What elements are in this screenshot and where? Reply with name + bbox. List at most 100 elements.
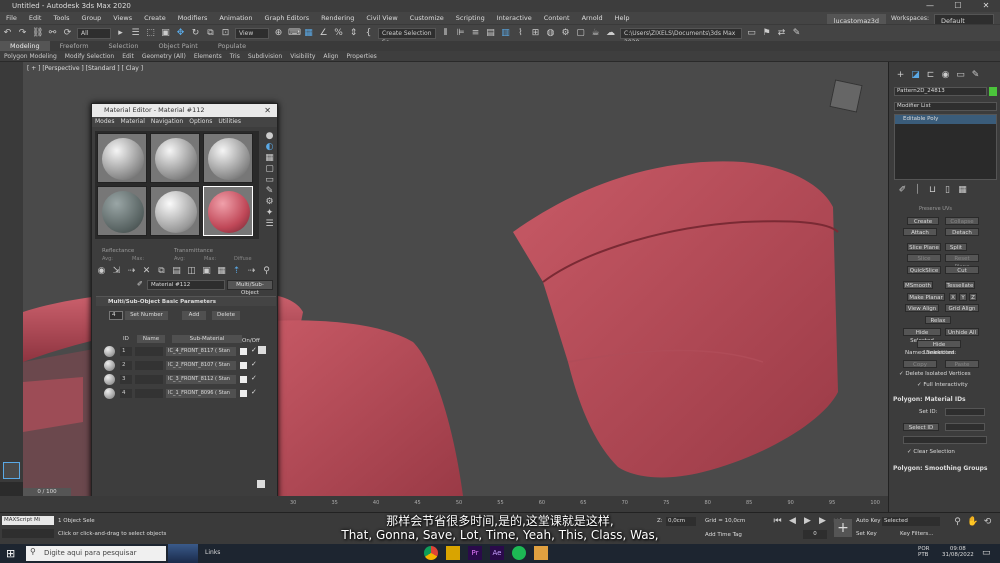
sample-slot-6-active[interactable] xyxy=(203,186,253,236)
planar-y-button[interactable]: Y xyxy=(959,293,967,301)
window-crossing-icon[interactable]: ▣ xyxy=(160,28,171,39)
tab-populate[interactable]: Populate xyxy=(208,41,256,51)
notification-icon[interactable]: ▭ xyxy=(982,548,991,558)
pick-material-icon[interactable]: ⚲ xyxy=(261,266,272,277)
menu-arnold[interactable]: Arnold xyxy=(576,12,609,24)
slice-plane-button[interactable]: Slice Plane xyxy=(907,243,941,251)
snap-icon[interactable]: ▦ xyxy=(303,28,314,39)
sample-type-icon[interactable]: ● xyxy=(264,131,275,142)
create-tab-icon[interactable]: + xyxy=(895,70,906,81)
material-editor-title-bar[interactable]: Material Editor - Material #112 ✕ xyxy=(92,104,277,117)
delete-button[interactable]: Delete xyxy=(212,311,240,320)
menu-modifiers[interactable]: Modifiers xyxy=(172,12,214,24)
menu-help[interactable]: Help xyxy=(609,12,636,24)
render-setup-icon[interactable]: ⚙ xyxy=(560,28,571,39)
sub-material-swatch[interactable] xyxy=(104,374,115,385)
menu-graph-editors[interactable]: Graph Editors xyxy=(259,12,316,24)
tab-selection[interactable]: Selection xyxy=(99,41,149,51)
select-id-field[interactable] xyxy=(945,423,985,431)
curve-editor-icon[interactable]: ⌇ xyxy=(515,28,526,39)
redo-icon[interactable]: ↷ xyxy=(17,28,28,39)
sub-material-name-field[interactable] xyxy=(135,361,163,370)
project-path-field[interactable]: C:\Users\ZIXELS\Documents\3ds Max 2020 xyxy=(620,27,742,46)
multi-sub-rollout-header[interactable]: Multi/Sub-Object Basic Parameters xyxy=(96,296,276,306)
chrome-icon[interactable] xyxy=(424,546,438,560)
select-object-icon[interactable]: ▸ xyxy=(115,28,126,39)
move-icon[interactable]: ✥ xyxy=(175,28,186,39)
sub-material-color[interactable] xyxy=(240,348,247,355)
material-editor-resize-handle[interactable] xyxy=(257,480,265,488)
cut-button[interactable]: Cut xyxy=(945,266,979,274)
make-unique-icon[interactable]: ⧉ xyxy=(156,266,167,277)
menu-scripting[interactable]: Scripting xyxy=(450,12,491,24)
utilities-tab-icon[interactable]: ✎ xyxy=(970,70,981,81)
sub-material-button[interactable]: IC_3_FRONT_8112 ( Stan xyxy=(166,375,236,384)
toggle-scene-explorer-icon[interactable]: ▤ xyxy=(485,28,496,39)
keyboard-shortcut-icon[interactable]: ⌨ xyxy=(288,28,301,39)
schematic-view-icon[interactable]: ⊞ xyxy=(530,28,541,39)
options-icon[interactable]: ⚙ xyxy=(264,197,275,208)
sub-material-color[interactable] xyxy=(240,362,247,369)
menu-file[interactable]: File xyxy=(0,12,23,24)
time-slider[interactable]: 0 / 100 30 35 40 45 50 55 60 65 70 75 80… xyxy=(0,488,888,512)
menu-customize[interactable]: Customize xyxy=(404,12,450,24)
put-to-library-icon[interactable]: ▤ xyxy=(171,266,182,277)
sub-material-on-checkbox[interactable]: ✓ xyxy=(251,360,257,368)
language-indicator[interactable]: POR PTB xyxy=(918,546,929,558)
detach-button[interactable]: Detach xyxy=(945,228,979,236)
render-online-icon[interactable]: ☁ xyxy=(605,28,616,39)
smoothing-groups-rollout-header[interactable]: Polygon: Smoothing Groups xyxy=(893,465,987,472)
planar-x-button[interactable]: X xyxy=(949,293,957,301)
me-menu-material[interactable]: Material xyxy=(117,117,147,127)
sub-material-id[interactable]: 3 xyxy=(120,375,132,384)
uv-tiling-icon[interactable]: ▢ xyxy=(264,164,275,175)
stack-item-editable-poly[interactable]: Editable Poly xyxy=(895,115,996,124)
msmooth-button[interactable]: MSmooth xyxy=(903,281,933,289)
select-by-name-dropdown[interactable] xyxy=(903,436,987,444)
align-icon[interactable]: ⊫ xyxy=(455,28,466,39)
grid-align-button[interactable]: Grid Align xyxy=(945,304,979,312)
sub-material-color[interactable] xyxy=(240,390,247,397)
minimize-button[interactable]: — xyxy=(916,0,944,12)
reset-map-icon[interactable]: ✕ xyxy=(141,266,152,277)
menu-tools[interactable]: Tools xyxy=(47,12,75,24)
hierarchy-tab-icon[interactable]: ⊏ xyxy=(925,70,936,81)
spotify-icon[interactable] xyxy=(512,546,526,560)
me-menu-navigation[interactable]: Navigation xyxy=(148,117,186,127)
split-button[interactable]: Split xyxy=(945,243,967,251)
selection-filter-dropdown[interactable]: All xyxy=(77,27,111,39)
menu-animation[interactable]: Animation xyxy=(213,12,258,24)
sub-material-on-checkbox[interactable]: ✓ xyxy=(251,374,257,382)
rotate-icon[interactable]: ↻ xyxy=(190,28,201,39)
tessellate-button[interactable]: Tessellate xyxy=(945,281,975,289)
collapse-button[interactable]: Collapse xyxy=(945,217,979,225)
layer-explorer-icon[interactable]: ≡ xyxy=(470,28,481,39)
show-end-result-icon[interactable]: ▦ xyxy=(216,266,227,277)
me-menu-utilities[interactable]: Utilities xyxy=(215,117,244,127)
sub-material-id[interactable]: 4 xyxy=(120,389,132,398)
menu-civil-view[interactable]: Civil View xyxy=(360,12,403,24)
taskbar-search-input[interactable]: Digite aqui para pesquisar xyxy=(26,546,166,561)
tab-object-paint[interactable]: Object Paint xyxy=(149,41,208,51)
sub-material-swatch[interactable] xyxy=(104,360,115,371)
make-preview-icon[interactable]: ✎ xyxy=(264,186,275,197)
set-number-button[interactable]: Set Number xyxy=(125,311,168,320)
sub-material-id[interactable]: 1 xyxy=(120,347,132,356)
bind-spacewarp-icon[interactable]: ⟳ xyxy=(62,28,73,39)
link-icon[interactable]: ⛓ xyxy=(32,28,43,39)
tab-modeling[interactable]: Modeling xyxy=(0,41,50,51)
taskbar-weather-image[interactable] xyxy=(168,544,198,563)
table-row[interactable]: 3 IC_3_FRONT_8112 ( Stan ✓ xyxy=(104,373,259,385)
ribbon-edit[interactable]: Edit xyxy=(118,51,138,62)
material-editor-icon[interactable]: ◍ xyxy=(545,28,556,39)
display-tab-icon[interactable]: ▭ xyxy=(955,70,966,81)
pin-stack-icon[interactable]: ✐ xyxy=(897,185,908,196)
time-slider-thumb[interactable]: 0 / 100 xyxy=(23,488,71,496)
make-planar-button[interactable]: Make Planar xyxy=(907,293,945,301)
assign-material-icon[interactable]: ⇢ xyxy=(126,266,137,277)
sub-material-color[interactable] xyxy=(240,376,247,383)
motion-tab-icon[interactable]: ◉ xyxy=(940,70,951,81)
configure-sets-icon[interactable]: ▦ xyxy=(957,185,968,196)
select-by-name-icon[interactable]: ☰ xyxy=(130,28,141,39)
ribbon-subdivision[interactable]: Subdivision xyxy=(244,51,286,62)
